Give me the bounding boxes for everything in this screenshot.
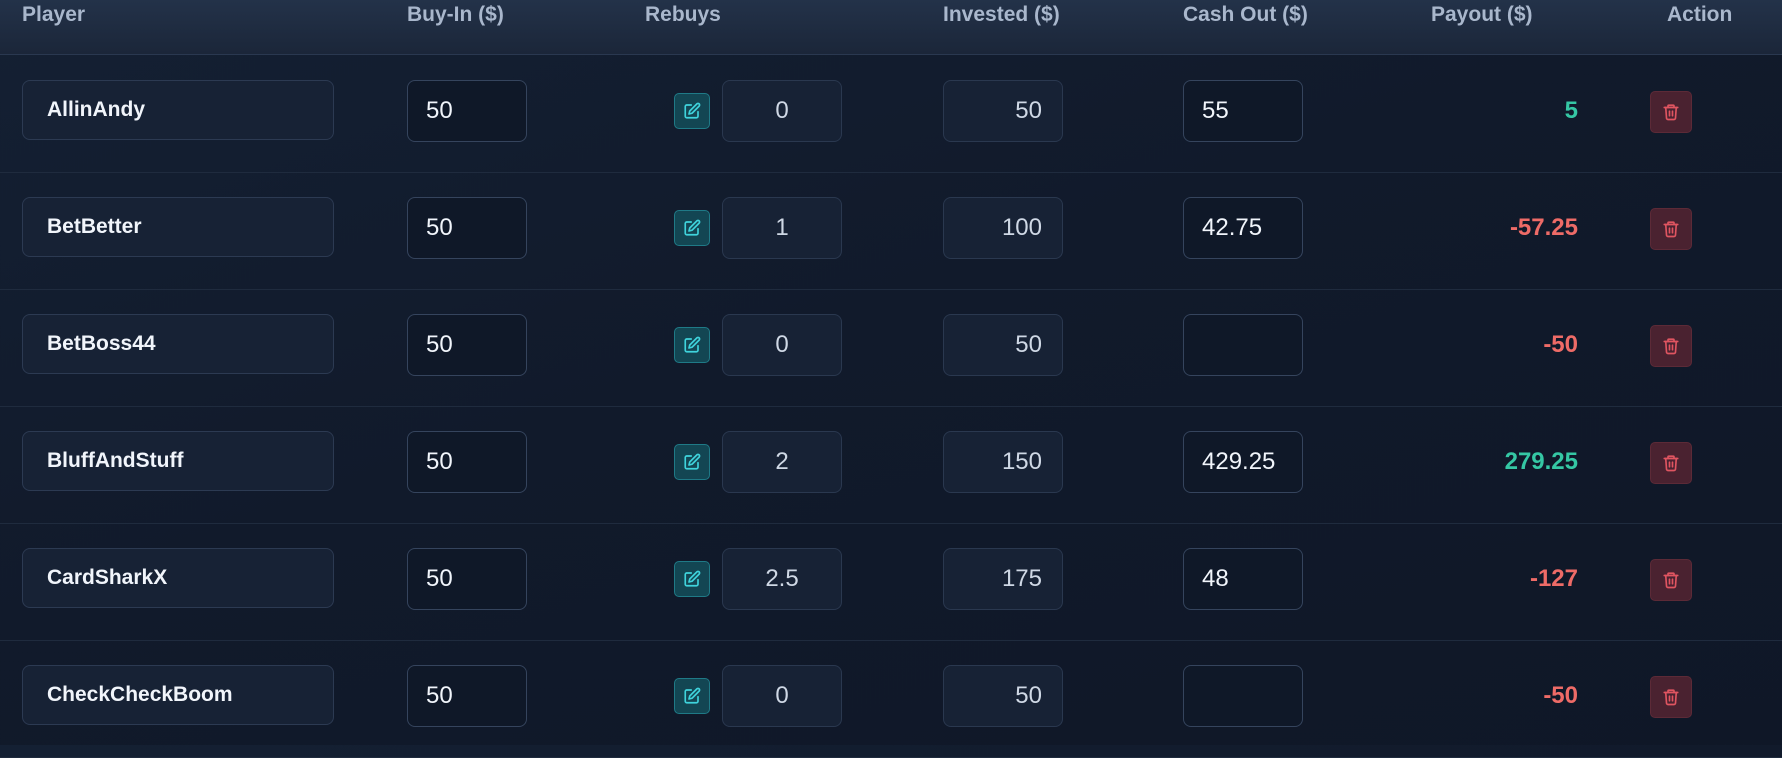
invested-field: 50 [943, 80, 1063, 142]
buy-in-input[interactable]: 50 [407, 431, 527, 493]
cash-out-input[interactable]: 42.75 [1183, 197, 1303, 259]
delete-player-button[interactable] [1650, 559, 1692, 601]
payout-value: 279.25 [1504, 448, 1578, 475]
rebuys-field: 0 [722, 80, 842, 142]
edit-rebuys-button[interactable] [674, 678, 710, 714]
table-header: Player Buy-In ($) Rebuys Invested ($) Ca… [0, 0, 1782, 55]
delete-player-button[interactable] [1650, 676, 1692, 718]
cash-out-input[interactable]: 429.25 [1183, 431, 1303, 493]
payout-value: 5 [1564, 97, 1578, 124]
cash-out-input[interactable] [1183, 314, 1303, 376]
table-row: AllinAndy 50 0 50 55 5 [0, 55, 1782, 173]
edit-rebuys-button[interactable] [674, 327, 710, 363]
invested-field: 175 [943, 548, 1063, 610]
rebuys-field: 1 [722, 197, 842, 259]
column-header-payout: Payout ($) [1431, 3, 1533, 26]
column-header-rebuys: Rebuys [645, 3, 721, 26]
table-row: BluffAndStuff 50 2 150 429.25 279.25 [0, 406, 1782, 524]
table-row: CardSharkX 50 2.5 175 48 -127 [0, 523, 1782, 641]
edit-rebuys-button[interactable] [674, 561, 710, 597]
player-name-field[interactable]: CheckCheckBoom [22, 665, 334, 725]
cash-out-input[interactable]: 55 [1183, 80, 1303, 142]
cash-out-input[interactable]: 48 [1183, 548, 1303, 610]
delete-player-button[interactable] [1650, 91, 1692, 133]
delete-player-button[interactable] [1650, 208, 1692, 250]
invested-field: 50 [943, 314, 1063, 376]
edit-rebuys-button[interactable] [674, 444, 710, 480]
delete-player-button[interactable] [1650, 325, 1692, 367]
player-name-field[interactable]: AllinAndy [22, 80, 334, 140]
payout-value: -57.25 [1509, 214, 1578, 241]
invested-field: 50 [943, 665, 1063, 727]
table-row: BetBoss44 50 0 50 -50 [0, 289, 1782, 407]
table-row: CheckCheckBoom 50 0 50 -50 [0, 640, 1782, 758]
player-name-field[interactable]: BetBoss44 [22, 314, 334, 374]
buy-in-input[interactable]: 50 [407, 314, 527, 376]
payout-value: -127 [1529, 565, 1578, 592]
column-header-cash-out: Cash Out ($) [1183, 3, 1308, 26]
buy-in-input[interactable]: 50 [407, 80, 527, 142]
payout-value: -50 [1543, 331, 1578, 358]
rebuys-field: 0 [722, 314, 842, 376]
rebuys-field: 2.5 [722, 548, 842, 610]
invested-field: 150 [943, 431, 1063, 493]
players-table: Player Buy-In ($) Rebuys Invested ($) Ca… [0, 0, 1782, 758]
column-header-player: Player [22, 3, 86, 26]
column-header-buy-in: Buy-In ($) [407, 3, 504, 26]
player-name-field[interactable]: CardSharkX [22, 548, 334, 608]
table-row: BetBetter 50 1 100 42.75 -57.25 [0, 172, 1782, 290]
column-header-invested: Invested ($) [943, 3, 1060, 26]
rebuys-field: 0 [722, 665, 842, 727]
invested-field: 100 [943, 197, 1063, 259]
column-header-action: Action [1667, 3, 1733, 26]
delete-player-button[interactable] [1650, 442, 1692, 484]
rebuys-field: 2 [722, 431, 842, 493]
buy-in-input[interactable]: 50 [407, 548, 527, 610]
player-name-field[interactable]: BetBetter [22, 197, 334, 257]
cash-out-input[interactable] [1183, 665, 1303, 727]
buy-in-input[interactable]: 50 [407, 197, 527, 259]
payout-value: -50 [1543, 682, 1578, 709]
edit-rebuys-button[interactable] [674, 210, 710, 246]
edit-rebuys-button[interactable] [674, 93, 710, 129]
buy-in-input[interactable]: 50 [407, 665, 527, 727]
player-name-field[interactable]: BluffAndStuff [22, 431, 334, 491]
